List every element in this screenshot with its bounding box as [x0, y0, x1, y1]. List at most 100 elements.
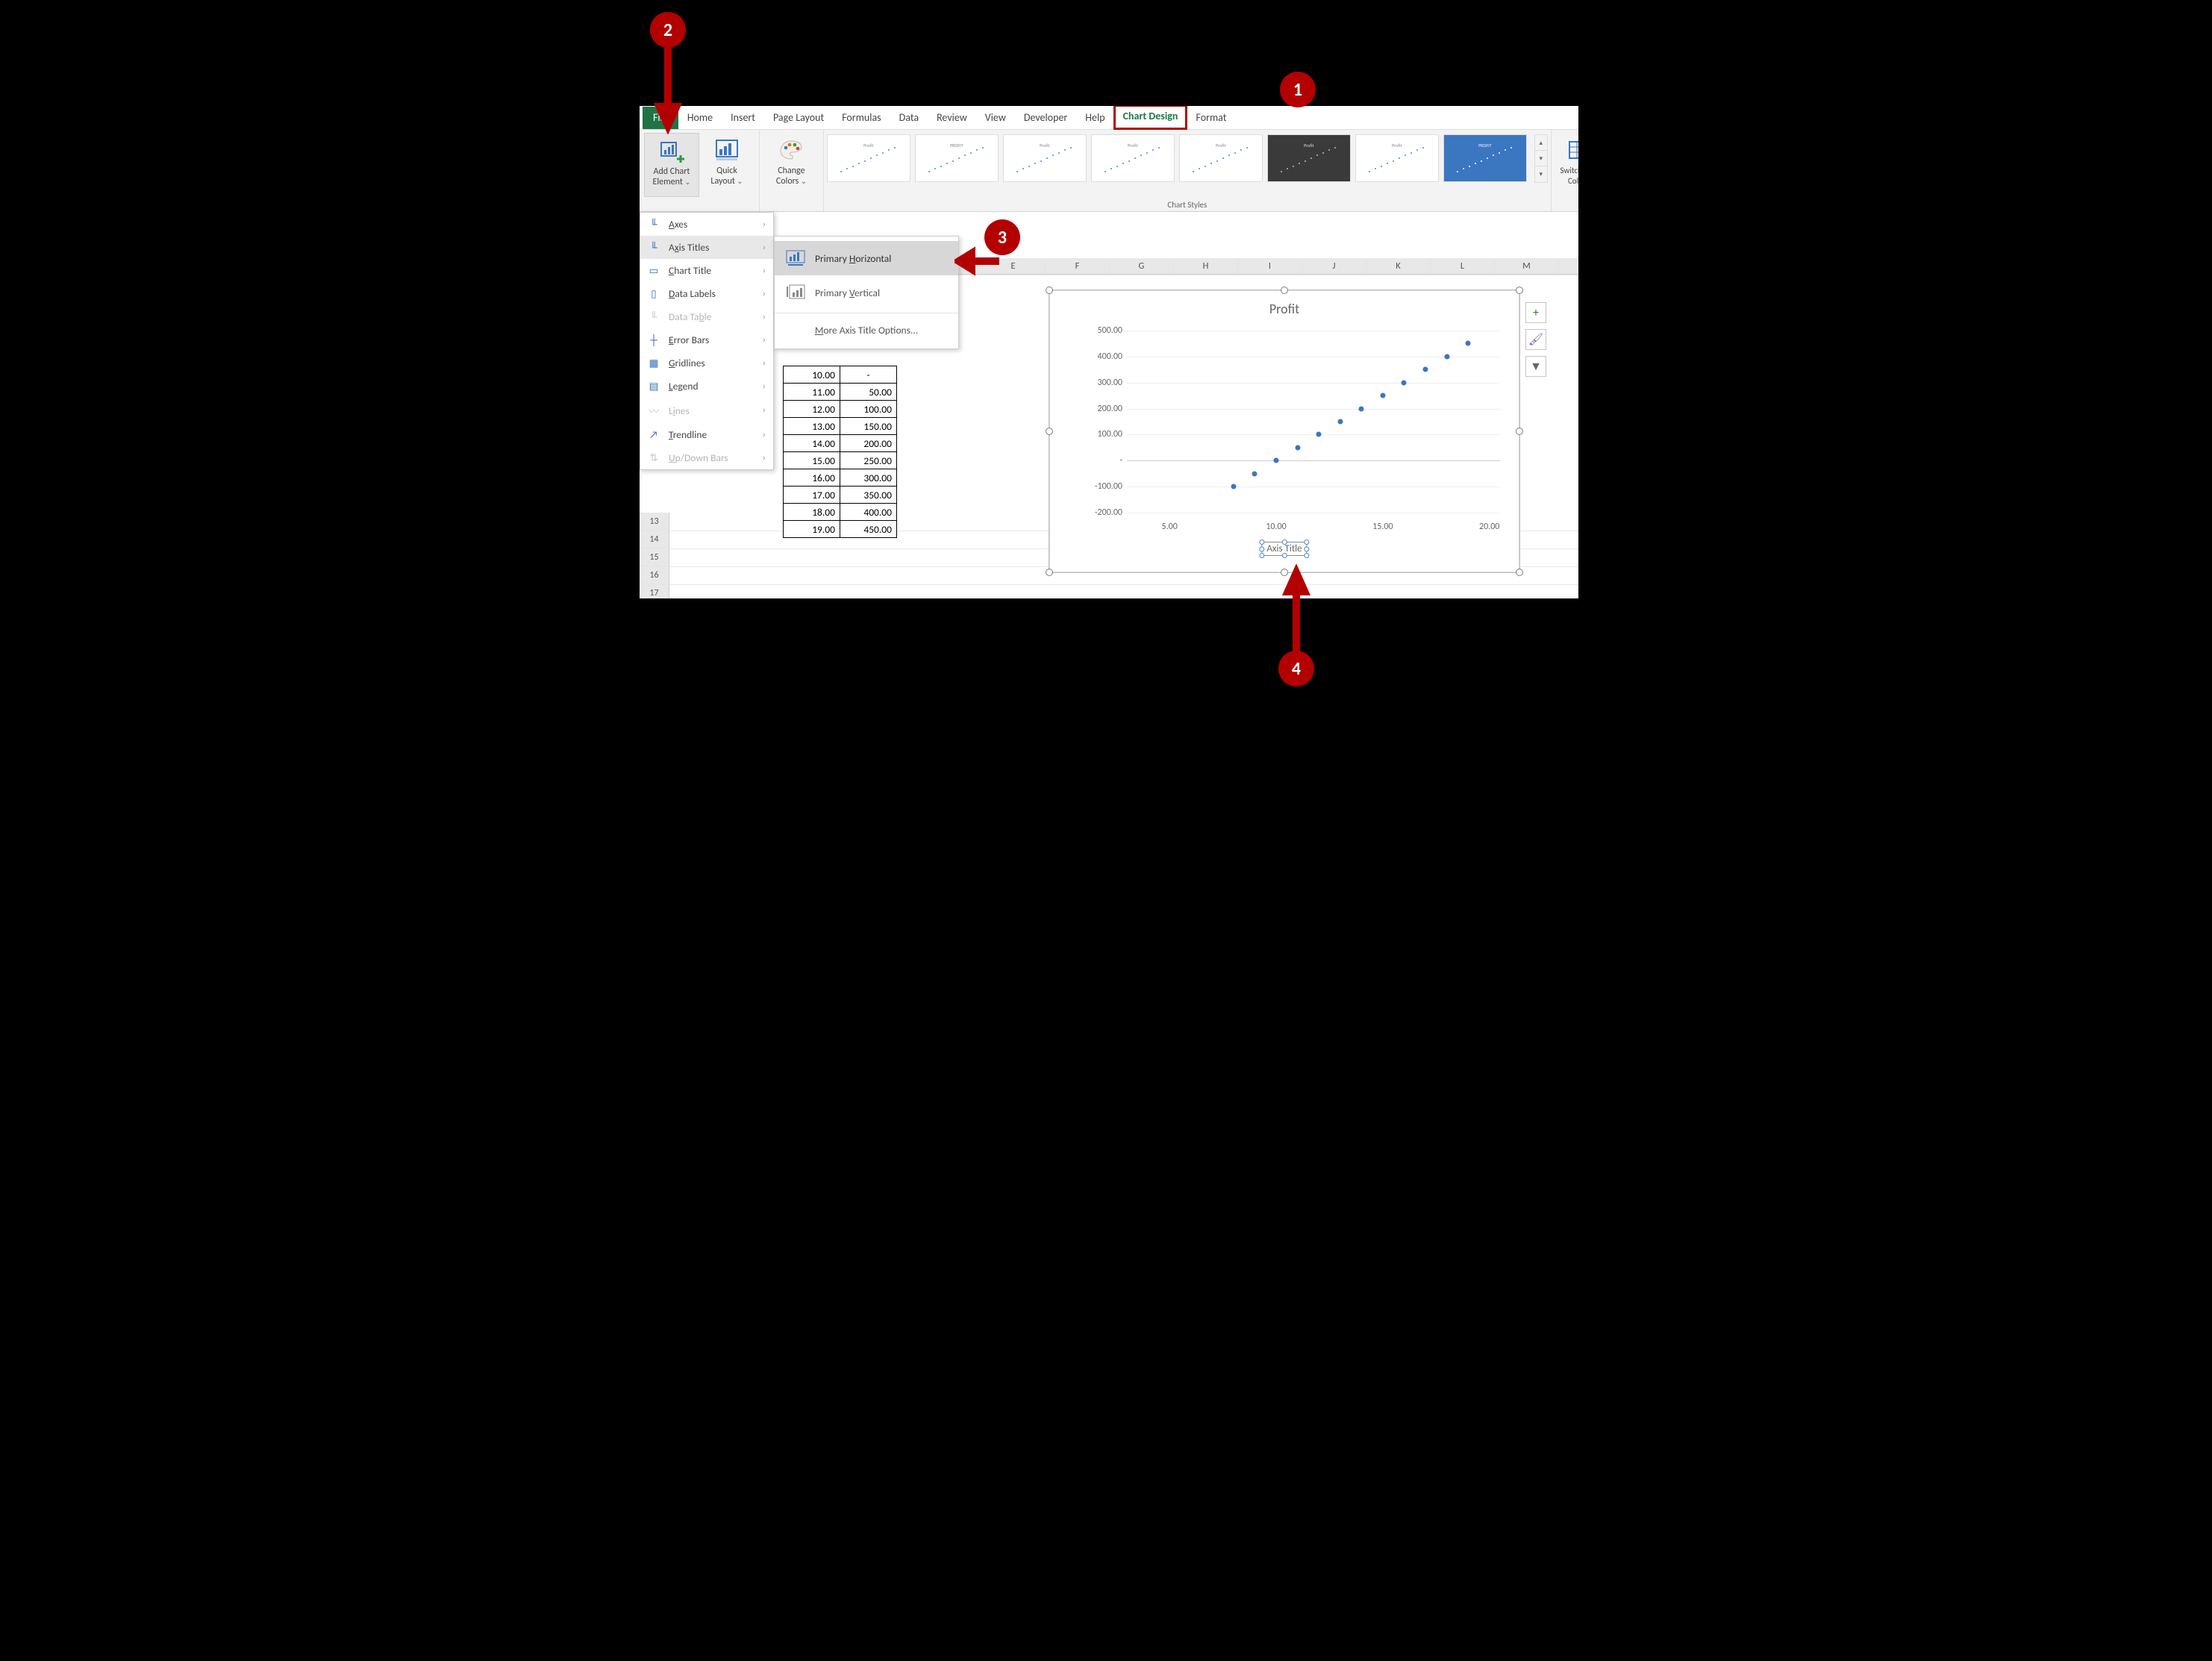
chart-style-3[interactable]: Profit [1003, 134, 1087, 182]
chart-style-1[interactable]: Profit [827, 134, 910, 182]
menu-primary-vertical[interactable]: Primary Vertical [775, 275, 958, 310]
chart-title[interactable]: Profit [1049, 290, 1519, 317]
add-chart-element-button[interactable]: Add Chart Element [644, 133, 699, 197]
data-point[interactable] [1444, 354, 1449, 359]
resize-handle[interactable] [1281, 287, 1288, 294]
styles-more-icon[interactable]: ▾ [1535, 166, 1547, 182]
resize-handle[interactable] [1516, 287, 1523, 294]
menu-axis-titles[interactable]: ╙Axis Titles› [640, 236, 773, 259]
styles-down-icon[interactable]: ▾ [1535, 151, 1547, 166]
tab-format[interactable]: Format [1187, 107, 1235, 129]
embedded-chart[interactable]: Profit 500.00400.00300.00200.00100.00--1… [1049, 290, 1520, 573]
error-bars-icon: ┼ [646, 334, 661, 346]
quick-layout-button[interactable]: Quick Layout [699, 133, 754, 197]
resize-handle[interactable] [1516, 569, 1523, 576]
y-tick-label: -100.00 [1081, 481, 1122, 492]
chart-filter-button[interactable]: ▼ [1525, 356, 1546, 377]
switch-row-column-button[interactable]: Switch Row/ Column [1558, 133, 1578, 197]
x-tick-label: 20.00 [1479, 522, 1499, 532]
data-point[interactable] [1380, 393, 1385, 398]
tab-chart-design[interactable]: Chart Design [1114, 106, 1187, 129]
chart-style-2[interactable]: PROFIT [915, 134, 999, 182]
row-16[interactable]: 16 [640, 566, 669, 584]
tab-view[interactable]: View [976, 107, 1015, 129]
group-change-colors: Change Colors [759, 130, 823, 211]
tab-review[interactable]: Review [928, 107, 976, 129]
chart-style-4[interactable]: Profit [1091, 134, 1175, 182]
resize-handle[interactable] [1046, 428, 1053, 435]
data-point[interactable] [1274, 458, 1279, 463]
chart-styles-label: Chart Styles [824, 200, 1551, 210]
data-point[interactable] [1295, 445, 1300, 450]
chart-styles-scroll[interactable]: ▴ ▾ ▾ [1534, 134, 1548, 183]
menu-gridlines[interactable]: ▦Gridlines› [640, 351, 773, 375]
menu-more-axis-title-options[interactable]: More Axis Title Options... [775, 316, 958, 344]
brush-icon: 🖌 [1528, 332, 1543, 347]
x-axis-title[interactable]: Axis Title [1261, 542, 1307, 556]
data-point[interactable] [1231, 484, 1236, 489]
col-I[interactable]: I [1238, 258, 1302, 274]
row-17[interactable]: 17 [640, 584, 669, 598]
arrow-down-2 [653, 45, 683, 134]
data-point[interactable] [1359, 406, 1364, 411]
axis-titles-icon: ╙ [646, 241, 661, 254]
worksheet-data-table[interactable]: 10.00- 11.0050.00 12.00100.00 13.00150.0… [783, 366, 897, 538]
col-H[interactable]: H [1174, 258, 1238, 274]
plot-area[interactable]: 500.00400.00300.00200.00100.00--100.00-2… [1085, 331, 1497, 519]
row-14[interactable]: 14 [640, 531, 669, 548]
data-labels-icon: ▯ [646, 287, 661, 300]
plot [1127, 331, 1500, 513]
menu-legend[interactable]: ▤Legend› [640, 375, 773, 398]
data-point[interactable] [1252, 471, 1257, 476]
chart-style-5[interactable]: Profit [1179, 134, 1263, 182]
menu-axes[interactable]: ╙AAxesxes› [640, 213, 773, 236]
callout-2: 2 [650, 12, 686, 48]
menu-primary-horizontal[interactable]: Primary Horizontal [775, 241, 958, 275]
col-L[interactable]: L [1431, 258, 1495, 274]
styles-up-icon[interactable]: ▴ [1535, 135, 1547, 151]
y-tick-label: 300.00 [1081, 378, 1122, 388]
axes-icon: ╙ [646, 218, 661, 231]
menu-error-bars[interactable]: ┼Error Bars› [640, 328, 773, 351]
palette-icon [778, 137, 804, 163]
row-13[interactable]: 13 [640, 513, 669, 531]
tab-formulas[interactable]: Formulas [833, 107, 890, 129]
quick-layout-label: Quick Layout [710, 166, 737, 187]
y-axis[interactable]: 500.00400.00300.00200.00100.00--100.00-2… [1085, 331, 1127, 519]
chart-side-buttons: + 🖌 ▼ [1525, 302, 1546, 377]
group-chart-layouts: Add Chart Element Quick L [640, 130, 759, 211]
col-G[interactable]: G [1110, 258, 1174, 274]
col-M[interactable]: M [1495, 258, 1559, 274]
col-F[interactable]: F [1046, 258, 1110, 274]
resize-handle[interactable] [1046, 287, 1053, 294]
resize-handle[interactable] [1046, 569, 1053, 576]
data-table-icon: ╙ [646, 310, 661, 323]
menu-chart-title[interactable]: ▭Chart Title› [640, 259, 773, 282]
tab-developer[interactable]: Developer [1015, 107, 1076, 129]
resize-handle[interactable] [1516, 428, 1523, 435]
row-15[interactable]: 15 [640, 548, 669, 566]
data-point[interactable] [1337, 419, 1343, 425]
change-colors-button[interactable]: Change Colors [763, 133, 819, 197]
chart-style-8[interactable]: PROFIT [1443, 134, 1527, 182]
chevron-right-icon: › [763, 358, 766, 369]
tab-home[interactable]: Home [678, 107, 722, 129]
data-point[interactable] [1402, 380, 1407, 385]
x-axis[interactable]: 5.0010.0015.0020.00 [1127, 522, 1497, 537]
col-K[interactable]: K [1366, 258, 1431, 274]
data-point[interactable] [1466, 341, 1471, 346]
chart-style-7[interactable]: Profit [1355, 134, 1439, 182]
menu-data-labels[interactable]: ▯Data Labels› [640, 282, 773, 305]
col-J[interactable]: J [1302, 258, 1366, 274]
chart-style-6[interactable]: Profit [1267, 134, 1351, 182]
data-point[interactable] [1423, 367, 1428, 372]
tab-help[interactable]: Help [1076, 107, 1113, 129]
tab-page-layout[interactable]: Page Layout [764, 107, 833, 129]
menu-trendline[interactable]: ↗Trendline› [640, 423, 773, 446]
chart-elements-button[interactable]: + [1525, 302, 1546, 323]
chevron-right-icon: › [763, 289, 766, 299]
data-point[interactable] [1316, 432, 1322, 437]
chart-styles-button[interactable]: 🖌 [1525, 329, 1546, 350]
tab-insert[interactable]: Insert [722, 107, 764, 129]
tab-data[interactable]: Data [890, 107, 928, 129]
